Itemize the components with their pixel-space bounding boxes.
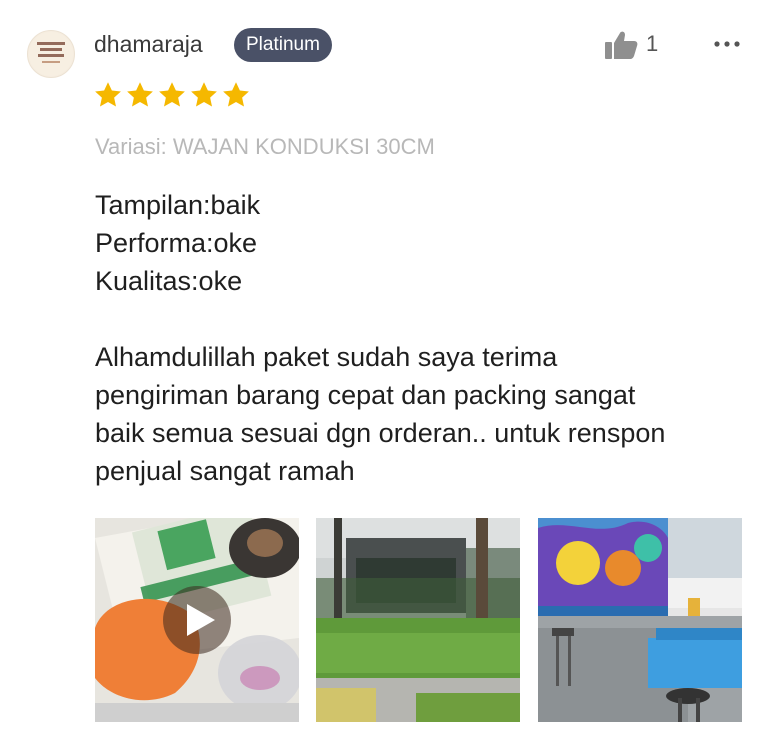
review-photo-thumbnail[interactable] xyxy=(538,518,742,722)
review-paragraph-line: baik semua sesuai dgn orderan.. untuk re… xyxy=(95,418,666,448)
membership-badge: Platinum xyxy=(234,28,332,62)
username[interactable]: dhamaraja xyxy=(94,31,203,58)
review-video-thumbnail[interactable] xyxy=(95,518,299,722)
review-paragraph-line: penjual sangat ramah xyxy=(95,456,355,486)
more-options-button[interactable] xyxy=(710,30,744,58)
star-icon xyxy=(127,82,153,107)
like-button[interactable]: 1 xyxy=(604,28,674,62)
review-line: Performa:oke xyxy=(95,228,258,258)
like-count: 1 xyxy=(646,31,659,56)
shop-logo-avatar-icon xyxy=(29,32,73,76)
review-paragraph-line: pengiriman barang cepat dan packing sang… xyxy=(95,380,636,410)
review-paragraph-line: Alhamdulillah paket sudah saya terima xyxy=(95,342,558,372)
review-card: dhamaraja Platinum 1 Variasi: WAJAN KOND… xyxy=(0,0,768,731)
review-photo-thumbnail[interactable] xyxy=(316,518,520,722)
star-icon xyxy=(159,82,185,107)
review-line: Tampilan:baik xyxy=(95,190,261,220)
thumbs-up-icon xyxy=(605,31,638,59)
product-variation: Variasi: WAJAN KONDUKSI 30CM xyxy=(95,134,435,159)
star-rating xyxy=(93,80,251,112)
review-text: Tampilan:baik Performa:oke Kualitas:oke … xyxy=(95,186,745,490)
user-avatar[interactable] xyxy=(27,30,75,78)
star-icon xyxy=(95,82,121,107)
more-dots-icon xyxy=(714,41,740,47)
star-icon xyxy=(191,82,217,107)
star-icon xyxy=(223,82,249,107)
review-line: Kualitas:oke xyxy=(95,266,243,296)
